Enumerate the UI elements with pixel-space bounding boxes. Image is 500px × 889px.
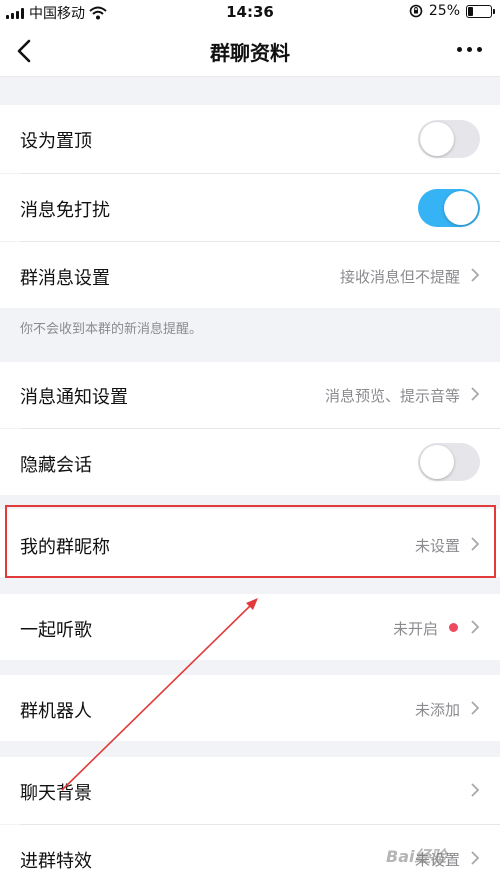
annotation-arrow (61, 598, 258, 791)
watermark: Bai经验 (386, 847, 447, 866)
